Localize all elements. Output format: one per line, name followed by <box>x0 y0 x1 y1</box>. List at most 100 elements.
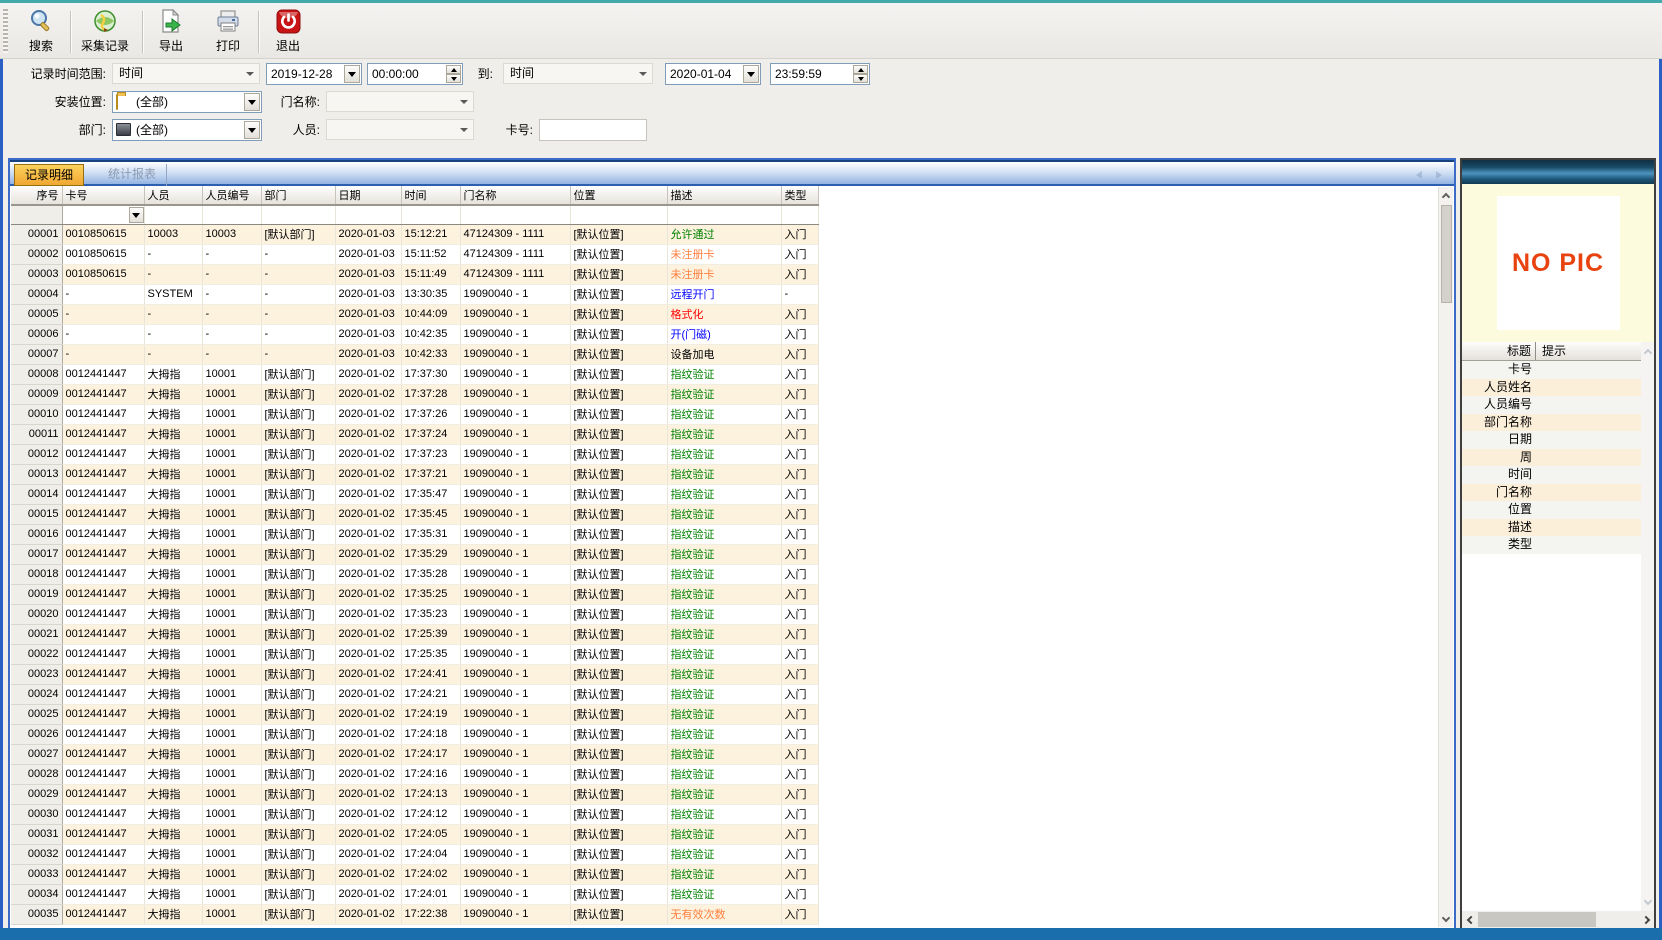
table-row[interactable]: 000350012441447大拇指10001[默认部门]2020-01-021… <box>11 904 818 924</box>
table-row[interactable]: 000140012441447大拇指10001[默认部门]2020-01-021… <box>11 484 818 504</box>
card-number-input[interactable] <box>539 119 647 141</box>
table-row[interactable]: 000280012441447大拇指10001[默认部门]2020-01-021… <box>11 764 818 784</box>
info-vertical-scrollbar[interactable] <box>1641 342 1654 911</box>
info-column-title[interactable]: 标题 <box>1462 342 1536 360</box>
install-location-combo[interactable]: (全部) <box>112 91 262 113</box>
column-header[interactable]: 时间 <box>401 186 460 205</box>
list-item[interactable]: 门名称 <box>1462 484 1641 502</box>
table-row[interactable]: 000160012441447大拇指10001[默认部门]2020-01-021… <box>11 524 818 544</box>
tab-record-details[interactable]: 记录明细 <box>14 164 84 186</box>
tab-statistics-report[interactable]: 统计报表 <box>98 164 167 186</box>
end-date-picker[interactable]: 2020-01-04 <box>665 63 761 85</box>
card-filter-dropdown[interactable] <box>129 207 144 223</box>
start-type-combo[interactable]: 时间 <box>112 63 260 84</box>
table-row[interactable]: 000340012441447大拇指10001[默认部门]2020-01-021… <box>11 884 818 904</box>
table-row[interactable]: 000250012441447大拇指10001[默认部门]2020-01-021… <box>11 704 818 724</box>
door-name-combo[interactable] <box>326 91 474 112</box>
table-row[interactable]: 0000100108506151000310003[默认部门]2020-01-0… <box>11 224 818 244</box>
calendar-dropdown-icon[interactable] <box>743 65 759 83</box>
scrollbar-thumb[interactable] <box>1441 205 1452 303</box>
table-row[interactable]: 000220012441447大拇指10001[默认部门]2020-01-021… <box>11 644 818 664</box>
list-item[interactable]: 时间 <box>1462 466 1641 484</box>
tab-scroll-right-icon[interactable] <box>1436 171 1442 179</box>
table-row[interactable]: 000200012441447大拇指10001[默认部门]2020-01-021… <box>11 604 818 624</box>
list-item[interactable]: 周 <box>1462 449 1641 467</box>
table-row[interactable]: 000330012441447大拇指10001[默认部门]2020-01-021… <box>11 864 818 884</box>
column-header[interactable]: 人员编号 <box>202 186 261 205</box>
column-header[interactable]: 人员 <box>144 186 202 205</box>
list-item[interactable]: 卡号 <box>1462 361 1641 379</box>
scroll-up-icon[interactable] <box>1439 189 1453 204</box>
chevron-down-icon[interactable] <box>244 93 260 111</box>
export-button[interactable]: 导出 <box>148 5 194 57</box>
table-row[interactable]: 00004-SYSTEM--2020-01-0313:30:3519090040… <box>11 284 818 304</box>
list-item[interactable]: 类型 <box>1462 536 1641 554</box>
list-item[interactable]: 描述 <box>1462 519 1641 537</box>
person-combo[interactable] <box>326 119 474 140</box>
table-row[interactable]: 000310012441447大拇指10001[默认部门]2020-01-021… <box>11 824 818 844</box>
table-row[interactable]: 000170012441447大拇指10001[默认部门]2020-01-021… <box>11 544 818 564</box>
scrollbar-thumb[interactable] <box>1478 912 1596 927</box>
spin-down-icon[interactable] <box>853 74 868 83</box>
toolbar-grip[interactable] <box>3 9 8 53</box>
column-header[interactable]: 日期 <box>335 186 401 205</box>
column-header[interactable]: 位置 <box>570 186 667 205</box>
column-header[interactable]: 门名称 <box>460 186 570 205</box>
tab-scroll-left-icon[interactable] <box>1416 171 1422 179</box>
scroll-down-icon[interactable] <box>1641 893 1654 908</box>
table-row[interactable]: 000190012441447大拇指10001[默认部门]2020-01-021… <box>11 584 818 604</box>
table-row[interactable]: 000320012441447大拇指10001[默认部门]2020-01-021… <box>11 844 818 864</box>
collect-records-button[interactable]: 采集记录 <box>74 5 136 57</box>
table-row[interactable]: 000180012441447大拇指10001[默认部门]2020-01-021… <box>11 564 818 584</box>
chevron-down-icon[interactable] <box>244 121 260 139</box>
list-item[interactable]: 部门名称 <box>1462 414 1641 432</box>
start-time-spinner[interactable]: 00:00:00 <box>367 63 463 85</box>
scroll-up-icon[interactable] <box>1641 345 1654 360</box>
end-type-combo[interactable]: 时间 <box>503 63 653 84</box>
table-row[interactable]: 00005----2020-01-0310:44:0919090040 - 1[… <box>11 304 818 324</box>
column-header[interactable]: 序号 <box>11 186 62 205</box>
table-row[interactable]: 000270012441447大拇指10001[默认部门]2020-01-021… <box>11 744 818 764</box>
list-item[interactable]: 人员编号 <box>1462 396 1641 414</box>
table-row[interactable]: 000100012441447大拇指10001[默认部门]2020-01-021… <box>11 404 818 424</box>
column-header[interactable]: 类型 <box>781 186 818 205</box>
column-header[interactable]: 卡号 <box>62 186 144 205</box>
calendar-dropdown-icon[interactable] <box>344 65 360 83</box>
column-header[interactable]: 部门 <box>261 186 335 205</box>
table-row[interactable]: 000150012441447大拇指10001[默认部门]2020-01-021… <box>11 504 818 524</box>
table-row[interactable]: 00006----2020-01-0310:42:3519090040 - 1[… <box>11 324 818 344</box>
department-combo[interactable]: (全部) <box>112 119 262 141</box>
table-row[interactable]: 000300012441447大拇指10001[默认部门]2020-01-021… <box>11 804 818 824</box>
start-date-picker[interactable]: 2019-12-28 <box>266 63 362 85</box>
exit-button[interactable]: 退出 <box>264 5 312 57</box>
table-row[interactable]: 000030010850615---2020-01-0315:11:494712… <box>11 264 818 284</box>
print-button[interactable]: 打印 <box>205 5 251 57</box>
table-row[interactable]: 000080012441447大拇指10001[默认部门]2020-01-021… <box>11 364 818 384</box>
table-row[interactable]: 000210012441447大拇指10001[默认部门]2020-01-021… <box>11 624 818 644</box>
scroll-right-icon[interactable] <box>1638 911 1653 928</box>
list-item[interactable]: 位置 <box>1462 501 1641 519</box>
table-row[interactable]: 000290012441447大拇指10001[默认部门]2020-01-021… <box>11 784 818 804</box>
tab-scroll-arrows[interactable] <box>1414 170 1444 180</box>
table-row[interactable]: 000120012441447大拇指10001[默认部门]2020-01-021… <box>11 444 818 464</box>
table-row[interactable]: 000230012441447大拇指10001[默认部门]2020-01-021… <box>11 664 818 684</box>
table-row[interactable]: 00007----2020-01-0310:42:3319090040 - 1[… <box>11 344 818 364</box>
list-item[interactable]: 日期 <box>1462 431 1641 449</box>
info-column-hint[interactable]: 提示 <box>1542 342 1566 360</box>
end-time-spinner[interactable]: 23:59:59 <box>770 63 870 85</box>
grid-vertical-scrollbar[interactable] <box>1438 187 1453 927</box>
table-row[interactable]: 000090012441447大拇指10001[默认部门]2020-01-021… <box>11 384 818 404</box>
list-item[interactable]: 人员姓名 <box>1462 379 1641 397</box>
column-header[interactable]: 描述 <box>667 186 781 205</box>
table-row[interactable]: 000020010850615---2020-01-0315:11:524712… <box>11 244 818 264</box>
table-row[interactable]: 000240012441447大拇指10001[默认部门]2020-01-021… <box>11 684 818 704</box>
table-row[interactable]: 000130012441447大拇指10001[默认部门]2020-01-021… <box>11 464 818 484</box>
table-row[interactable]: 000110012441447大拇指10001[默认部门]2020-01-021… <box>11 424 818 444</box>
info-horizontal-scrollbar[interactable] <box>1462 911 1654 928</box>
spinner-buttons[interactable] <box>853 65 868 83</box>
table-row[interactable]: 000260012441447大拇指10001[默认部门]2020-01-021… <box>11 724 818 744</box>
search-button[interactable]: 搜索 <box>18 5 64 57</box>
scroll-left-icon[interactable] <box>1463 911 1478 928</box>
scroll-down-icon[interactable] <box>1439 910 1453 925</box>
spin-up-icon[interactable] <box>853 65 868 74</box>
